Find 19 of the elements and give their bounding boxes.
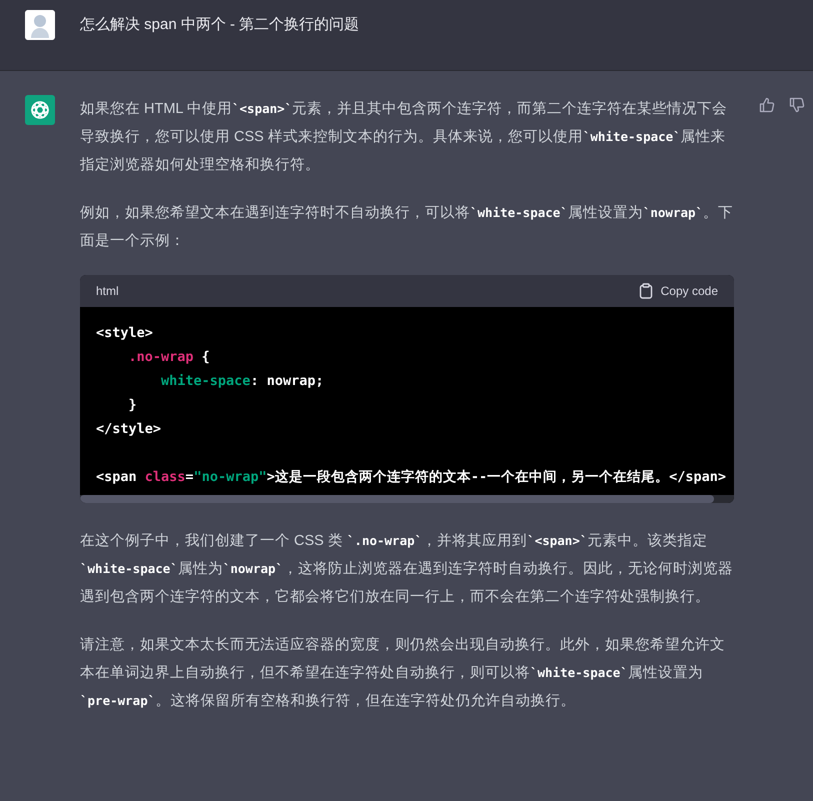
answer-paragraph: 如果您在 HTML 中使用`<span>`元素，并且其中包含两个连字符，而第二个连字符在某些情况下会导致换行，您可以使用 CSS 样式来控制文本的行为。具体来说，您可以使用`white-space`属性来指定浏览器如何处理空格和换行符。	[80, 100, 728, 175]
user-avatar-icon	[25, 10, 55, 40]
assistant-logo-icon	[25, 95, 55, 125]
clipboard-icon	[638, 283, 653, 299]
code-line: </style>	[96, 420, 162, 439]
thumbs-down-icon[interactable]	[789, 97, 805, 113]
code-line: <style>	[96, 324, 153, 343]
code-line: white-space: nowrap;	[160, 372, 324, 391]
thumbs-up-icon[interactable]	[759, 97, 775, 113]
answer-paragraph: 在这个例子中，我们创建了一个 CSS 类 `.no-wrap`，并将其应用到`<span>`元素中。该类指定 `white-space`属性为`nowrap`，这将防止浏览器在遇到连字符时自动换行。因此，无论何时浏览器遇到包含两个连字符的文本，它都会将它们放在同一行上，而不会在第二个连字符处强制换行。	[80, 532, 734, 607]
scrollbar[interactable]	[80, 495, 734, 503]
answer-paragraph: 例如，如果您希望文本在遇到连字符时不自动换行，可以将`white-space`属性设置为`nowrap`。下面是一个示例：	[80, 204, 734, 251]
code-line: .no-wrap {	[128, 348, 210, 367]
question-text: 怎么解决 span 中两个 - 第二个换行的问题	[80, 15, 360, 35]
answer-paragraph: 请注意，如果文本太长而无法适应容器的宽度，则仍然会出现自动换行。此外，如果您希望允许文本在单词边界上自动换行，但不希望在连字符处自动换行，则可以将`white-space`属性设置为 `pre-wrap`。这将保留所有空格和换行符，但在连字符处仍允许自动换行。	[80, 636, 726, 711]
code-line: <span class="no-wrap">这是一段包含两个连字符的文本--一个在中间，另一个在结尾。</span>	[96, 468, 726, 487]
copy-code-button[interactable]: Copy code	[638, 283, 718, 299]
code-language: html	[96, 284, 119, 298]
code-line: }	[128, 396, 137, 415]
